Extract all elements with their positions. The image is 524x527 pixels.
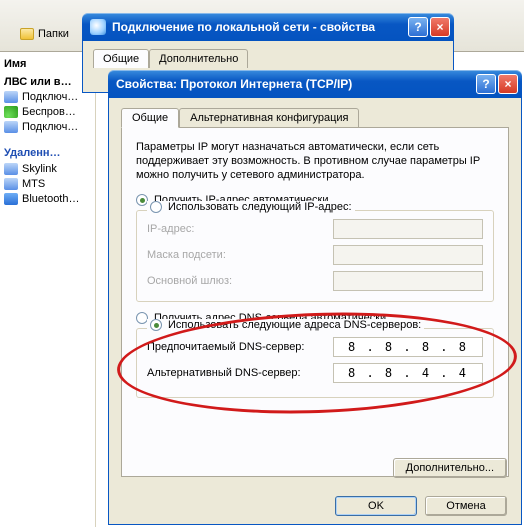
modem-icon [4,163,18,175]
window-title: Подключение по локальной сети - свойства [112,20,375,34]
titlebar[interactable]: Свойства: Протокол Интернета (TCP/IP) ? … [108,70,522,98]
ok-button[interactable]: OK [335,496,417,516]
list-item[interactable]: Подключ… [4,91,91,103]
list-item[interactable]: Bluetooth… [4,193,91,205]
subnet-mask-input [333,245,483,265]
window-title: Свойства: Протокол Интернета (TCP/IP) [116,77,352,91]
tab-general[interactable]: Общие [121,108,179,128]
network-icon [4,121,18,133]
ip-address-input [333,219,483,239]
folder-icon [20,28,34,40]
group-lan: ЛВС или в… [4,76,91,88]
question-icon: ? [482,78,489,90]
folders-button[interactable]: Папки [20,28,69,40]
radio-icon [150,319,162,331]
cancel-button[interactable]: Отмена [425,496,507,516]
description-text: Параметры IP могут назначаться автоматич… [136,140,494,182]
tcpip-properties-window: Свойства: Протокол Интернета (TCP/IP) ? … [108,70,522,525]
list-item[interactable]: Беспров… [4,106,91,118]
subnet-mask-label: Маска подсети: [147,249,226,261]
help-button[interactable]: ? [476,74,496,94]
question-icon: ? [414,21,421,33]
close-button[interactable]: × [430,17,450,37]
tab-advanced[interactable]: Дополнительно [149,49,248,68]
connections-list: Имя ЛВС или в… Подключ… Беспров… Подключ… [0,52,96,527]
preferred-dns-label: Предпочитаемый DNS-сервер: [147,341,304,353]
bluetooth-icon [4,193,18,205]
titlebar[interactable]: Подключение по локальной сети - свойства… [82,13,454,41]
tab-alt-config[interactable]: Альтернативная конфигурация [179,108,359,128]
column-header-name[interactable]: Имя [4,58,91,70]
manual-ip-group: Использовать следующий IP-адрес: IP-адре… [136,210,494,302]
gateway-input [333,271,483,291]
window-icon [90,19,106,35]
group-deleted: Удаленн… [4,147,91,159]
folders-label: Папки [38,28,69,40]
list-item[interactable]: Skylink [4,163,91,175]
advanced-button[interactable]: Дополнительно... [393,458,507,478]
preferred-dns-input[interactable]: 8 . 8 . 8 . 8 [333,337,483,357]
radio-use-ip[interactable]: Использовать следующий IP-адрес: [147,201,355,213]
list-item[interactable]: MTS [4,178,91,190]
alternate-dns-input[interactable]: 8 . 8 . 4 . 4 [333,363,483,383]
list-item[interactable]: Подключ… [4,121,91,133]
general-tab-panel: Параметры IP могут назначаться автоматич… [121,127,509,477]
manual-dns-group: Использовать следующие адреса DNS-сервер… [136,328,494,398]
network-icon [4,91,18,103]
dialog-buttons: OK Отмена [109,496,521,516]
help-button[interactable]: ? [408,17,428,37]
radio-icon [150,201,162,213]
alternate-dns-label: Альтернативный DNS-сервер: [147,367,301,379]
radio-use-dns[interactable]: Использовать следующие адреса DNS-сервер… [147,319,424,331]
wifi-icon [4,106,18,118]
ip-address-label: IP-адрес: [147,223,194,235]
close-icon: × [436,21,443,33]
gateway-label: Основной шлюз: [147,275,232,287]
tab-general[interactable]: Общие [93,49,149,68]
modem-icon [4,178,18,190]
close-icon: × [504,78,511,90]
close-button[interactable]: × [498,74,518,94]
